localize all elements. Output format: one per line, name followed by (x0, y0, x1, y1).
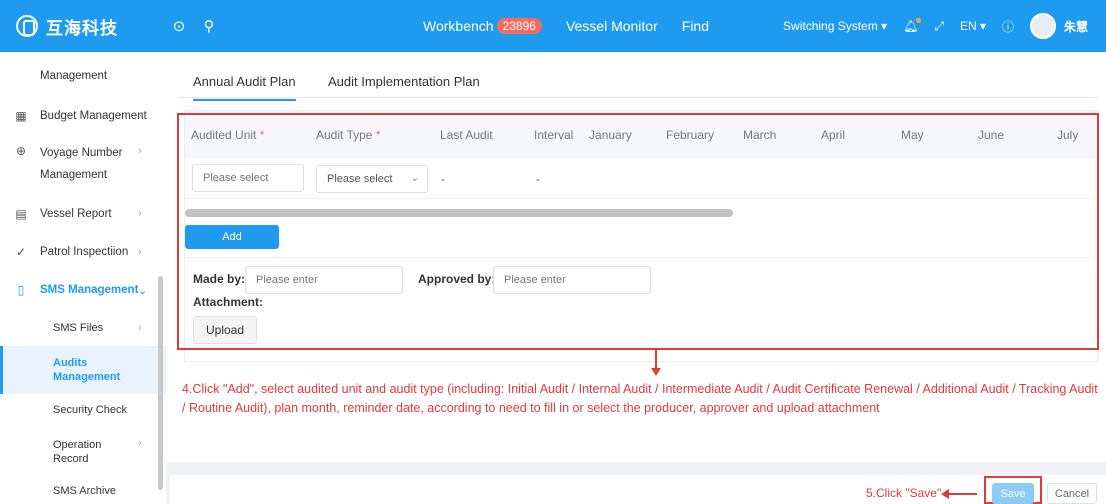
column-header-july: July (1057, 128, 1079, 142)
sidebar-item-label: Voyage Number (40, 147, 123, 159)
logo-text: 互海科技 (46, 18, 118, 38)
search-icon[interactable]: ⚲ (198, 17, 220, 35)
sidebar-item-label: SMS Management (40, 284, 139, 296)
sidebar-item-label: Budget Management (40, 110, 147, 122)
chevron-right-icon: › (138, 322, 142, 334)
fullscreen-icon[interactable]: ⤢ (934, 19, 944, 34)
add-button[interactable]: Add (185, 225, 279, 249)
tab-audit-implementation-plan[interactable]: Audit Implementation Plan (328, 74, 480, 89)
chevron-down-icon: ⌄ (138, 284, 148, 297)
chevron-right-icon: › (138, 246, 142, 258)
sidebar-item-sms-files[interactable]: SMS Files › (0, 316, 166, 340)
sidebar-item-operation-record[interactable]: Operation Record › (0, 434, 166, 474)
column-header-last-audit: Last Audit (440, 128, 493, 142)
check-circle-icon: ✓ (15, 245, 27, 259)
chevron-right-icon: › (138, 208, 142, 220)
interval-value: - (536, 172, 540, 186)
sidebar-item-label: SMS Files (53, 322, 104, 334)
chevron-down-icon: ⌄ (410, 173, 419, 184)
column-header-may: May (901, 128, 924, 142)
sidebar-item-vessel-report[interactable]: ▤ Vessel Report › (0, 202, 166, 226)
annotation-step-4: 4.Click "Add", select audited unit and a… (182, 382, 1098, 415)
language-dropdown[interactable]: EN ▾ (960, 19, 986, 33)
annotation-arrow-down (651, 350, 661, 376)
sidebar-item-label-line2: Record (53, 453, 89, 465)
bell-icon[interactable]: 🔔︎ (903, 18, 922, 33)
sidebar-item-label: Security Check (53, 404, 127, 416)
chevron-right-icon: › (138, 437, 142, 449)
sidebar-item-voyage-number[interactable]: ⊕ Voyage Number Management › (0, 142, 166, 186)
avatar[interactable] (1029, 13, 1056, 39)
last-audit-value: - (441, 172, 445, 186)
tab-annual-audit-plan[interactable]: Annual Audit Plan (193, 74, 296, 101)
workbench-badge: 23896 (496, 18, 542, 34)
made-by-input[interactable] (245, 266, 403, 294)
user-name[interactable]: 朱慧 (1064, 18, 1088, 35)
help-icon[interactable]: ⓘ (1002, 18, 1014, 35)
sidebar-item-patrol-inspection[interactable]: ✓ Patrol Inspectiion › (0, 240, 166, 264)
nav-find[interactable]: Find (682, 18, 709, 34)
column-header-april: April (821, 128, 846, 142)
nav-workbench[interactable]: Workbench 23896 (423, 18, 542, 34)
attachment-label: Attachment: (193, 295, 264, 309)
upload-button[interactable]: Upload (193, 316, 257, 344)
annotation-step-5: 5.Click "Save" (866, 486, 942, 500)
sidebar-item-label: Vessel Report (40, 208, 112, 220)
sidebar-item-audits-management[interactable]: Audits Management (0, 346, 166, 394)
table-row: Please select ⌄ - - (185, 159, 1097, 199)
logo: 互海科技 (0, 14, 160, 39)
cancel-button[interactable]: Cancel (1047, 483, 1097, 504)
logo-icon (16, 15, 38, 37)
audit-type-select[interactable]: Please select ⌄ (316, 165, 428, 193)
sidebar-item-label-line2: Management (53, 371, 121, 383)
sidebar-item-label: SMS Archive (53, 485, 116, 497)
column-header-june: June (978, 128, 1005, 142)
sidebar-item-sms-management[interactable]: ▯ SMS Management ⌄ (0, 278, 166, 302)
sidebar-item-sms-archive[interactable]: SMS Archive (0, 480, 166, 502)
footer-bar (170, 475, 1106, 504)
top-bar: 互海科技 ⊙ ⚲ Workbench 23896 Vessel Monitor … (0, 0, 1106, 52)
sidebar-item-label: Patrol Inspectiion (40, 246, 129, 258)
annotation-arrow-left (941, 489, 977, 499)
audited-unit-select[interactable] (192, 164, 304, 192)
sidebar-item-security-check[interactable]: Security Check (0, 398, 166, 422)
column-header-january: January (589, 128, 632, 142)
sidebar-item-label-line2: Management (40, 169, 108, 181)
column-header-march: March (743, 128, 777, 142)
sidebar-scrollbar[interactable] (158, 276, 163, 490)
sidebar-item-label: Management (40, 70, 108, 82)
top-right-tools: Switching System ▾ 🔔︎ ⤢ EN ▾ ⓘ 朱慧 (767, 0, 1088, 52)
chevron-right-icon: › (138, 110, 142, 122)
table-horizontal-scrollbar[interactable] (185, 209, 733, 217)
sidebar-item-budget-management[interactable]: ▦ Budget Management › (0, 104, 166, 128)
sidebar-item-management[interactable]: Management (0, 66, 166, 86)
audit-type-value: Please select (327, 173, 393, 185)
calculator-icon: ▦ (15, 109, 27, 123)
nav-workbench-label: Workbench (423, 18, 494, 34)
approved-by-label: Approved by: (418, 272, 496, 286)
column-header-audit-type: Audit Type * (316, 128, 381, 142)
nav-vessel-monitor[interactable]: Vessel Monitor (566, 18, 658, 34)
sidebar: Management ▦ Budget Management › ⊕ Voyag… (0, 52, 166, 504)
column-header-audited-unit: Audited Unit * (191, 128, 265, 142)
made-by-label: Made by: (193, 272, 246, 286)
top-nav: Workbench 23896 Vessel Monitor Find (423, 0, 733, 52)
approved-by-input[interactable] (493, 266, 651, 294)
table-header: Audited Unit * Audit Type * Last Audit I… (185, 111, 1097, 159)
tab-bar: Annual Audit Plan Audit Implementation P… (178, 52, 1098, 101)
collapse-menu-icon[interactable]: ⊙ (168, 17, 190, 35)
column-header-february: February (666, 128, 715, 142)
chevron-right-icon: › (138, 145, 142, 157)
column-header-interval: Interval (534, 128, 574, 142)
switching-system-dropdown[interactable]: Switching System ▾ (783, 19, 887, 33)
plan-form: Made by: Approved by: Attachment: Upload (185, 257, 1097, 361)
calendar-icon: ▤ (15, 207, 27, 221)
globe-icon: ⊕ (15, 144, 27, 158)
document-icon: ▯ (17, 283, 25, 297)
save-button[interactable]: Save (992, 483, 1034, 504)
audit-plan-panel: Audited Unit * Audit Type * Last Audit I… (184, 110, 1098, 362)
